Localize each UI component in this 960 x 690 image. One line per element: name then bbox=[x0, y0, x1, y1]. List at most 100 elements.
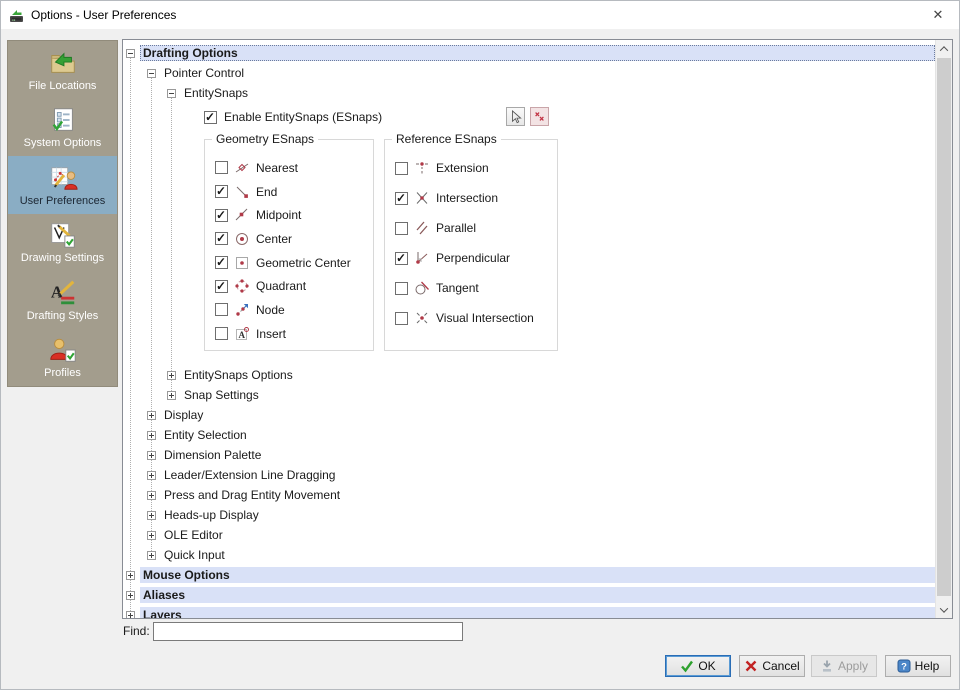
geometry-esnaps-group: Geometry ESnaps Nearest ✓ End ✓ Midpoint… bbox=[204, 132, 374, 351]
scroll-down-icon[interactable] bbox=[936, 601, 952, 618]
tree-item-pointer-control[interactable]: Pointer Control bbox=[123, 63, 935, 83]
esnap-row-extension: Extension bbox=[395, 153, 557, 183]
esnap-label: End bbox=[256, 184, 278, 199]
tangent-checkbox[interactable] bbox=[395, 281, 408, 295]
expand-icon[interactable] bbox=[147, 430, 156, 440]
scroll-up-icon[interactable] bbox=[936, 40, 952, 57]
midpoint-checkbox[interactable] bbox=[215, 208, 228, 222]
drafting-styles-icon: A bbox=[50, 280, 74, 304]
sidebar-item-system-options[interactable]: System Options bbox=[8, 99, 117, 157]
tree-item-press-and-drag-entity-movement[interactable]: Press and Drag Entity Movement bbox=[123, 485, 935, 505]
visual-intersection-icon bbox=[416, 312, 428, 324]
esnap-label: Extension bbox=[436, 161, 489, 175]
esnap-label: Geometric Center bbox=[256, 255, 351, 270]
midpoint-icon bbox=[235, 208, 248, 221]
esnap-row-node: Node bbox=[215, 298, 373, 322]
find-input[interactable] bbox=[153, 622, 463, 641]
visual-intersection-checkbox[interactable] bbox=[395, 311, 408, 325]
collapse-icon[interactable] bbox=[126, 48, 135, 58]
tree-item-mouse-options[interactable]: Mouse Options bbox=[123, 565, 935, 585]
extension-checkbox[interactable] bbox=[395, 161, 408, 175]
expand-icon[interactable] bbox=[147, 510, 156, 520]
tree-item-snap-settings[interactable]: Snap Settings bbox=[123, 385, 935, 405]
enable-esnaps-checkbox[interactable] bbox=[204, 110, 217, 124]
collapse-icon[interactable] bbox=[167, 88, 176, 98]
tree-connector-line bbox=[171, 97, 172, 395]
node-icon bbox=[236, 303, 248, 316]
expand-icon[interactable] bbox=[126, 570, 135, 580]
esnap-label: Insert bbox=[256, 326, 287, 341]
expand-icon[interactable] bbox=[147, 550, 156, 560]
quadrant-checkbox[interactable] bbox=[215, 279, 228, 293]
parallel-checkbox[interactable] bbox=[395, 221, 408, 235]
ok-button[interactable]: OK bbox=[665, 655, 731, 677]
esnap-label: Intersection bbox=[436, 191, 499, 205]
expand-icon[interactable] bbox=[126, 610, 135, 618]
expand-icon[interactable] bbox=[147, 470, 156, 480]
user-preferences-icon bbox=[50, 166, 78, 190]
cancel-button[interactable]: Cancel bbox=[739, 655, 805, 677]
collapse-icon[interactable] bbox=[147, 68, 156, 78]
perpendicular-checkbox[interactable] bbox=[395, 251, 408, 265]
select-esnaps-cursor-icon bbox=[512, 109, 522, 123]
tree-item-entitysnaps-options[interactable]: EntitySnaps Options bbox=[123, 365, 935, 385]
tree-item-display[interactable]: Display bbox=[123, 405, 935, 425]
sidebar-item-file-locations[interactable]: File Locations bbox=[8, 41, 117, 99]
select-esnaps-button[interactable] bbox=[506, 107, 525, 126]
esnap-row-perpendicular: Perpendicular bbox=[395, 243, 557, 273]
tree-item-leader-extension-line-dragging[interactable]: Leader/Extension Line Dragging bbox=[123, 465, 935, 485]
center-checkbox[interactable] bbox=[215, 231, 228, 246]
find-label: Find: bbox=[123, 624, 150, 638]
sidebar-item-profiles[interactable]: Profiles bbox=[8, 329, 117, 387]
esnap-row-quadrant: Quadrant bbox=[215, 274, 373, 298]
esnap-row-intersection: Intersection bbox=[395, 183, 557, 213]
end-checkbox[interactable] bbox=[215, 184, 228, 199]
expand-icon[interactable] bbox=[126, 590, 135, 600]
tree-scrollbar[interactable] bbox=[935, 40, 952, 618]
geometric-center-checkbox[interactable] bbox=[215, 255, 228, 270]
scrollbar-thumb[interactable] bbox=[937, 58, 951, 596]
tree-item-heads-up-display[interactable]: Heads-up Display bbox=[123, 505, 935, 525]
esnap-label: Midpoint bbox=[256, 208, 302, 223]
esnap-row-tangent: Tangent bbox=[395, 273, 557, 303]
tree-item-dimension-palette[interactable]: Dimension Palette bbox=[123, 445, 935, 465]
esnap-label: Quadrant bbox=[256, 279, 307, 294]
nearest-icon bbox=[235, 163, 249, 173]
expand-icon[interactable] bbox=[147, 450, 156, 460]
tree-item-entitysnaps[interactable]: EntitySnaps bbox=[123, 83, 935, 103]
sidebar-item-user-preferences[interactable]: User Preferences bbox=[8, 156, 117, 214]
node-checkbox[interactable] bbox=[215, 303, 228, 317]
esnap-row-visual-intersection: Visual Intersection bbox=[395, 303, 557, 333]
close-icon[interactable]: ✕ bbox=[917, 1, 959, 29]
expand-icon[interactable] bbox=[167, 390, 176, 400]
nearest-checkbox[interactable] bbox=[215, 161, 228, 175]
sidebar-item-drafting-styles[interactable]: A Drafting Styles bbox=[8, 271, 117, 329]
tree-item-aliases[interactable]: Aliases bbox=[123, 585, 935, 605]
tree-item-quick-input[interactable]: Quick Input bbox=[123, 545, 935, 565]
esnap-label: Center bbox=[256, 231, 293, 246]
title-bar: ▪▪ Options - User Preferences bbox=[1, 1, 959, 29]
tree-item-ole-editor[interactable]: OLE Editor bbox=[123, 525, 935, 545]
insert-checkbox[interactable] bbox=[215, 327, 228, 341]
options-dialog: ▪▪ Options - User Preferences ✕ File Loc… bbox=[0, 0, 960, 690]
expand-icon[interactable] bbox=[147, 490, 156, 500]
expand-icon[interactable] bbox=[167, 370, 176, 380]
tree-item-layers[interactable]: Layers bbox=[123, 605, 935, 618]
tree-item-entity-selection[interactable]: Entity Selection bbox=[123, 425, 935, 445]
esnap-label: Node bbox=[256, 302, 285, 317]
help-button[interactable]: ? Help bbox=[885, 655, 951, 677]
x-icon bbox=[745, 660, 757, 672]
sidebar-item-label: Drawing Settings bbox=[20, 252, 105, 265]
svg-text:A: A bbox=[239, 330, 246, 340]
expand-icon[interactable] bbox=[147, 410, 156, 420]
profiles-icon bbox=[49, 339, 76, 362]
tree-item-drafting-options[interactable]: Drafting Options bbox=[123, 43, 935, 63]
geometric-center-icon bbox=[236, 256, 248, 269]
extension-icon bbox=[416, 162, 428, 174]
intersection-checkbox[interactable] bbox=[395, 191, 408, 205]
clear-esnaps-button[interactable] bbox=[530, 107, 549, 126]
insert-icon: A bbox=[236, 326, 249, 340]
svg-text:▪▪: ▪▪ bbox=[12, 17, 16, 22]
expand-icon[interactable] bbox=[147, 530, 156, 540]
sidebar-item-drawing-settings[interactable]: Drawing Settings bbox=[8, 214, 117, 272]
